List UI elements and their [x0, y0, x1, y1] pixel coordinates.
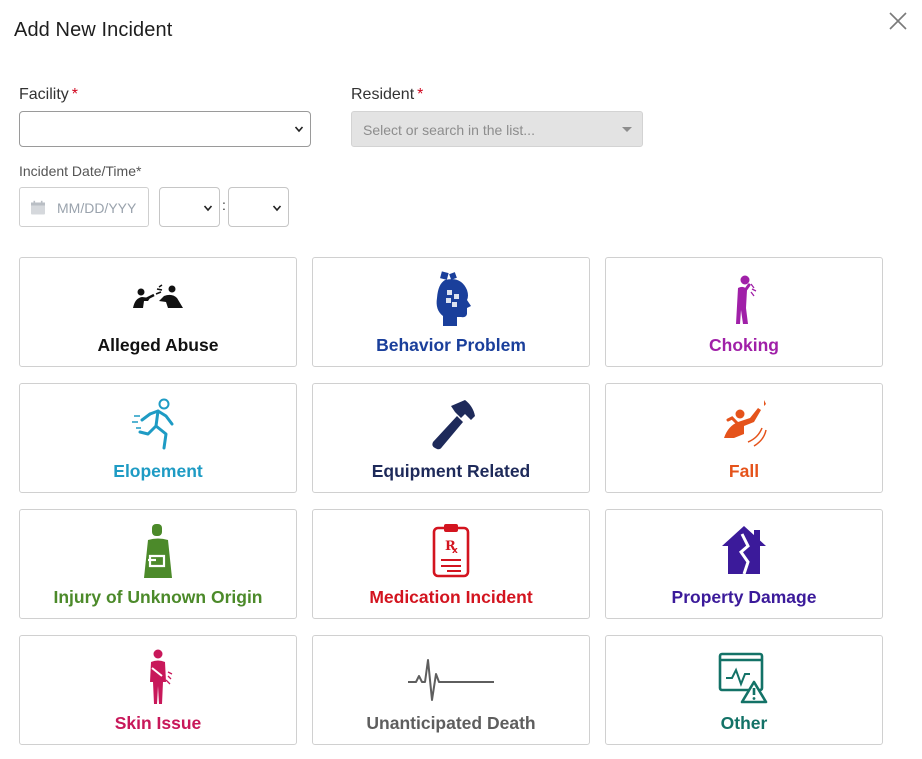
incident-type-label: Property Damage: [671, 587, 817, 607]
scratching-person-icon: [128, 646, 188, 706]
required-mark: *: [417, 86, 424, 103]
resident-placeholder: Select or search in the list...: [363, 122, 535, 138]
hour-select[interactable]: [159, 187, 220, 227]
incident-type-label: Elopement: [113, 461, 203, 481]
alleged-abuse-icon: [128, 268, 188, 328]
damaged-house-icon: [714, 520, 774, 580]
running-person-icon: [128, 394, 188, 454]
prescription-clipboard-icon: R x: [421, 520, 481, 580]
hammer-icon: [421, 394, 481, 454]
incident-type-label: Fall: [728, 461, 760, 481]
incident-type-equipment-related[interactable]: Equipment Related: [312, 383, 590, 493]
incident-type-elopement[interactable]: Elopement: [19, 383, 297, 493]
required-mark: *: [71, 86, 79, 103]
chevron-down-icon: [203, 205, 213, 212]
chevron-down-icon: [272, 205, 282, 212]
resident-label: Resident *: [351, 86, 424, 103]
incident-type-label: Alleged Abuse: [97, 335, 219, 355]
minute-select[interactable]: [228, 187, 289, 227]
incident-type-label: Choking: [709, 335, 779, 355]
flatline-icon: [406, 646, 496, 706]
incident-type-unanticipated-death[interactable]: Unanticipated Death: [312, 635, 590, 745]
calendar-icon: [31, 200, 45, 215]
svg-text:x: x: [452, 546, 458, 556]
incident-type-other[interactable]: Other: [605, 635, 883, 745]
incident-type-property-damage[interactable]: Property Damage: [605, 509, 883, 619]
monitor-warning-icon: [714, 646, 774, 706]
incident-type-skin-issue[interactable]: Skin Issue: [19, 635, 297, 745]
facility-select[interactable]: [19, 111, 311, 147]
incident-type-injury-of-unknown-origin[interactable]: Injury of Unknown Origin: [19, 509, 297, 619]
incident-type-alleged-abuse[interactable]: Alleged Abuse: [19, 257, 297, 367]
incident-datetime-label: Incident Date/Time*: [19, 163, 142, 179]
incident-type-medication-incident[interactable]: R x Medication Incident: [312, 509, 590, 619]
facility-label: Facility *: [19, 86, 79, 103]
resident-select[interactable]: Select or search in the list...: [351, 111, 643, 147]
time-separator: :: [222, 197, 226, 213]
injured-person-icon: [128, 520, 188, 580]
incident-date-input[interactable]: MM/DD/YYY: [19, 187, 149, 227]
incident-type-label: Behavior Problem: [376, 335, 526, 355]
incident-type-label: Skin Issue: [114, 713, 202, 733]
chevron-down-icon: [294, 126, 304, 133]
close-icon[interactable]: [886, 9, 910, 33]
incident-type-behavior-problem[interactable]: Behavior Problem: [312, 257, 590, 367]
incident-type-label: Unanticipated Death: [366, 713, 536, 733]
incident-type-label: Medication Incident: [369, 587, 533, 607]
incident-type-label: Equipment Related: [371, 461, 531, 481]
incident-type-label: Injury of Unknown Origin: [53, 587, 263, 607]
choking-person-icon: [714, 268, 774, 328]
brain-puzzle-icon: [421, 268, 481, 328]
incident-type-label: Other: [720, 713, 768, 733]
incident-type-choking[interactable]: Choking: [605, 257, 883, 367]
incident-type-fall[interactable]: Fall: [605, 383, 883, 493]
date-placeholder: MM/DD/YYY: [57, 200, 137, 216]
dialog-title: Add New Incident: [14, 19, 173, 41]
caret-down-icon: [622, 127, 632, 132]
falling-person-icon: [714, 394, 774, 454]
